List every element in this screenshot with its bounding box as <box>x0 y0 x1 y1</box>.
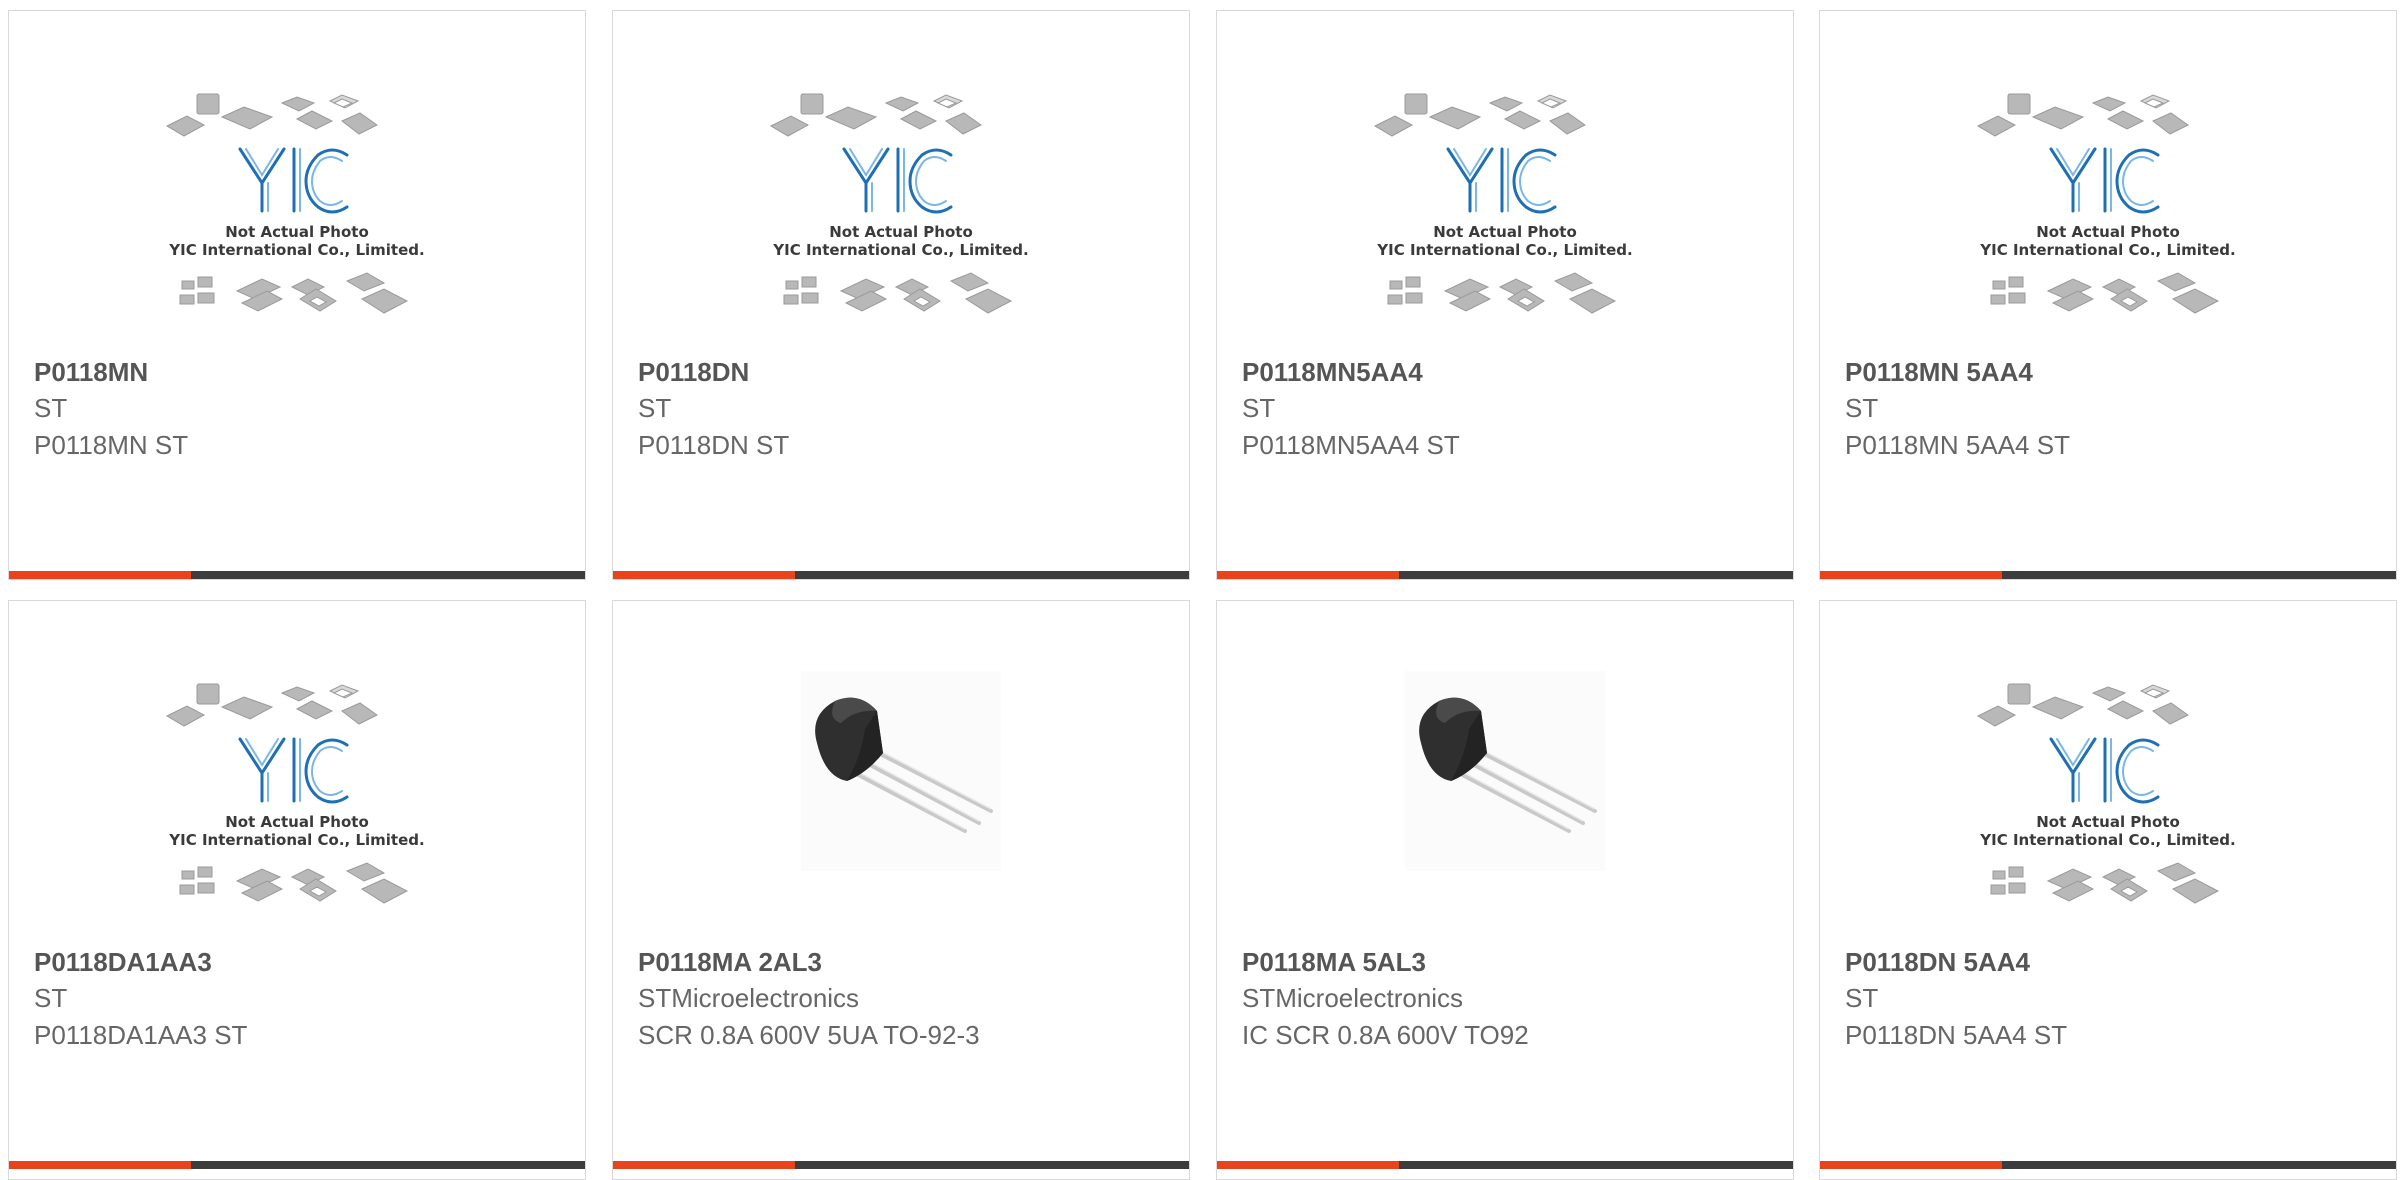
manufacturer: ST <box>1242 393 1276 423</box>
card-accent-stripe <box>613 571 795 579</box>
manufacturer: ST <box>1845 983 1879 1013</box>
product-description: IC SCR 0.8A 600V TO92 <box>1242 1020 1529 1050</box>
card-bottom-bar <box>613 1161 1189 1169</box>
photo-note-text: Not Actual Photo <box>225 223 369 241</box>
product-image[interactable] <box>613 671 1189 931</box>
product-description: P0118MN 5AA4 ST <box>1845 430 2070 460</box>
product-description: P0118MN5AA4 ST <box>1242 430 1460 460</box>
card-bottom-bar <box>1820 1161 2396 1169</box>
card-accent-stripe <box>613 1161 795 1169</box>
photo-note-text: Not Actual Photo <box>829 223 973 241</box>
product-card[interactable]: Not Actual Photo YIC International Co., … <box>1819 600 2397 1180</box>
part-number[interactable]: P0118DA1AA3 <box>34 944 565 980</box>
product-card[interactable]: Not Actual Photo YIC International Co., … <box>612 10 1190 580</box>
product-image[interactable]: Not Actual Photo YIC International Co., … <box>1820 681 2396 941</box>
card-accent-stripe <box>1217 571 1399 579</box>
product-info: P0118MA 2AL3 STMicroelectronics SCR 0.8A 6… <box>638 944 1169 1054</box>
to92-transistor-image <box>1405 671 1605 871</box>
card-accent-stripe <box>1217 1161 1399 1169</box>
product-image[interactable] <box>1217 671 1793 931</box>
part-number[interactable]: P0118MA 2AL3 <box>638 944 1169 980</box>
card-bottom-bar <box>9 571 585 579</box>
not-actual-photo-placeholder-image: Not Actual Photo YIC International Co., … <box>165 683 425 904</box>
product-description: P0118DN ST <box>638 430 790 460</box>
card-bottom-bar <box>1217 571 1793 579</box>
manufacturer: ST <box>1845 393 1879 423</box>
part-number[interactable]: P0118MN <box>34 354 565 390</box>
product-image[interactable]: Not Actual Photo YIC International Co., … <box>1217 91 1793 351</box>
product-description: P0118MN ST <box>34 430 189 460</box>
part-number[interactable]: P0118MA 5AL3 <box>1242 944 1773 980</box>
product-card[interactable]: P0118MA 2AL3 STMicroelectronics SCR 0.8A 6… <box>612 600 1190 1180</box>
product-image[interactable]: Not Actual Photo YIC International Co., … <box>9 91 585 351</box>
product-image[interactable]: Not Actual Photo YIC International Co., … <box>9 681 585 941</box>
manufacturer: STMicroelectronics <box>638 983 860 1013</box>
card-accent-stripe <box>1820 1161 2002 1169</box>
product-description: P0118DN 5AA4 ST <box>1845 1020 2068 1050</box>
product-info: P0118MA 5AL3 STMicroelectronics IC SCR 0.8… <box>1242 944 1773 1054</box>
product-info: P0118DN ST P0118DN ST <box>638 354 1169 464</box>
product-info: P0118DA1AA3 ST P0118DA1AA3 ST <box>34 944 565 1054</box>
product-card[interactable]: P0118MA 5AL3 STMicroelectronics IC SCR 0.8… <box>1216 600 1794 1180</box>
to92-transistor-image <box>801 671 1001 871</box>
card-bottom-bar <box>1217 1161 1793 1169</box>
part-number[interactable]: P0118DN 5AA4 <box>1845 944 2376 980</box>
product-info: P0118MN ST P0118MN ST <box>34 354 565 464</box>
product-description: P0118DA1AA3 ST <box>34 1020 248 1050</box>
company-text: YIC International Co., Limited. <box>1376 241 1632 259</box>
not-actual-photo-placeholder-image: Not Actual Photo YIC International Co., … <box>165 93 425 314</box>
not-actual-photo-placeholder-image: Not Actual Photo YIC International Co., … <box>769 93 1029 314</box>
company-text: YIC International Co., Limited. <box>1979 831 2235 849</box>
product-image[interactable]: Not Actual Photo YIC International Co., … <box>1820 91 2396 351</box>
not-actual-photo-placeholder-image: Not Actual Photo YIC International Co., … <box>1976 93 2236 314</box>
manufacturer: ST <box>638 393 672 423</box>
not-actual-photo-placeholder-image: Not Actual Photo YIC International Co., … <box>1373 93 1633 314</box>
company-text: YIC International Co., Limited. <box>168 241 424 259</box>
not-actual-photo-placeholder-image: Not Actual Photo YIC International Co., … <box>1976 683 2236 904</box>
manufacturer: ST <box>34 393 68 423</box>
part-number[interactable]: P0118MN 5AA4 <box>1845 354 2376 390</box>
product-card[interactable]: Not Actual Photo YIC International Co., … <box>1819 10 2397 580</box>
card-bottom-bar <box>613 571 1189 579</box>
manufacturer: ST <box>34 983 68 1013</box>
company-text: YIC International Co., Limited. <box>168 831 424 849</box>
product-card[interactable]: Not Actual Photo YIC International Co., … <box>1216 10 1794 580</box>
product-card[interactable]: Not Actual Photo YIC International Co., … <box>8 10 586 580</box>
product-grid: Not Actual Photo YIC International Co., … <box>0 0 2400 1180</box>
product-description: SCR 0.8A 600V 5UA TO-92-3 <box>638 1020 980 1050</box>
product-info: P0118DN 5AA4 ST P0118DN 5AA4 ST <box>1845 944 2376 1054</box>
product-card[interactable]: Not Actual Photo YIC International Co., … <box>8 600 586 1180</box>
company-text: YIC International Co., Limited. <box>1979 241 2235 259</box>
product-info: P0118MN 5AA4 ST P0118MN 5AA4 ST <box>1845 354 2376 464</box>
photo-note-text: Not Actual Photo <box>1433 223 1577 241</box>
card-accent-stripe <box>1820 571 2002 579</box>
card-bottom-bar <box>1820 571 2396 579</box>
product-image[interactable]: Not Actual Photo YIC International Co., … <box>613 91 1189 351</box>
card-accent-stripe <box>9 1161 191 1169</box>
company-text: YIC International Co., Limited. <box>772 241 1028 259</box>
photo-note-text: Not Actual Photo <box>2036 223 2180 241</box>
card-bottom-bar <box>9 1161 585 1169</box>
card-accent-stripe <box>9 571 191 579</box>
photo-note-text: Not Actual Photo <box>225 813 369 831</box>
photo-note-text: Not Actual Photo <box>2036 813 2180 831</box>
manufacturer: STMicroelectronics <box>1242 983 1464 1013</box>
product-info: P0118MN5AA4 ST P0118MN5AA4 ST <box>1242 354 1773 464</box>
part-number[interactable]: P0118DN <box>638 354 1169 390</box>
part-number[interactable]: P0118MN5AA4 <box>1242 354 1773 390</box>
